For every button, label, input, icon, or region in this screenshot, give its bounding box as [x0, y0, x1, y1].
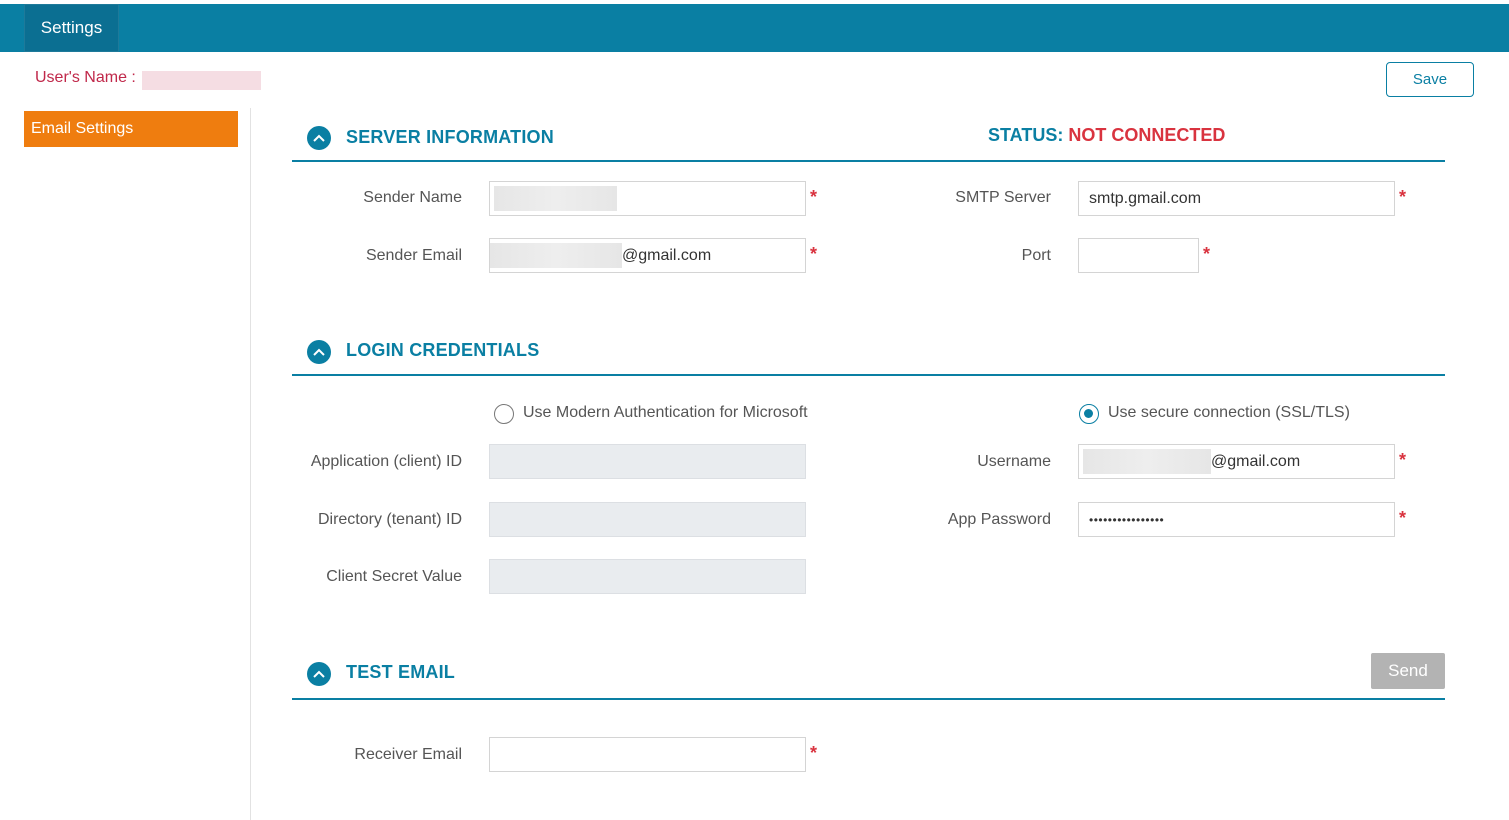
- required-mark: *: [810, 187, 818, 207]
- required-mark: *: [1399, 508, 1407, 528]
- required-mark: *: [810, 743, 818, 763]
- modern-auth-label: Use Modern Authentication for Microsoft: [523, 404, 808, 421]
- directory-tenant-id-label: Directory (tenant) ID: [317, 511, 462, 528]
- collapse-login-icon[interactable]: [307, 340, 331, 364]
- required-mark: *: [810, 244, 818, 264]
- receiver-email-label: Receiver Email: [354, 746, 462, 763]
- app-client-id-input[interactable]: [489, 444, 806, 479]
- client-secret-label: Client Secret Value: [326, 568, 462, 585]
- sidebar-item-email-settings[interactable]: Email Settings: [24, 111, 238, 147]
- login-section-divider: [292, 374, 1445, 376]
- app-client-id-label: Application (client) ID: [310, 453, 462, 470]
- tab-settings[interactable]: Settings: [24, 4, 119, 52]
- smtp-server-label: SMTP Server: [955, 189, 1051, 206]
- username-label: Username: [977, 453, 1051, 470]
- username-redacted: [1083, 449, 1211, 474]
- username-input[interactable]: @gmail.com: [1078, 444, 1395, 479]
- app-password-input[interactable]: ••••••••••••••••: [1078, 502, 1395, 537]
- server-information-title: SERVER INFORMATION: [346, 127, 554, 147]
- sender-name-input[interactable]: [489, 181, 806, 216]
- receiver-email-input[interactable]: [489, 737, 806, 772]
- user-name-label: User's Name :: [35, 69, 136, 86]
- collapse-server-icon[interactable]: [307, 126, 331, 150]
- status-value: NOT CONNECTED: [1068, 125, 1226, 145]
- directory-tenant-id-input[interactable]: [489, 502, 806, 537]
- port-input[interactable]: [1078, 238, 1199, 273]
- login-credentials-title: LOGIN CREDENTIALS: [346, 340, 540, 360]
- connection-status: STATUS: NOT CONNECTED: [988, 125, 1225, 146]
- user-name-value-redacted: [142, 71, 261, 90]
- required-mark: *: [1203, 244, 1211, 264]
- server-section-divider: [292, 160, 1445, 162]
- username-suffix: @gmail.com: [1211, 452, 1301, 470]
- top-navbar: Settings: [0, 4, 1509, 52]
- test-email-title: TEST EMAIL: [346, 662, 455, 682]
- secure-connection-radio[interactable]: [1079, 404, 1099, 424]
- smtp-server-input[interactable]: smtp.gmail.com: [1078, 181, 1395, 216]
- sender-name-redacted: [494, 186, 617, 211]
- sender-email-redacted: [490, 243, 622, 268]
- collapse-test-icon[interactable]: [307, 662, 331, 686]
- client-secret-input[interactable]: [489, 559, 806, 594]
- sender-email-input[interactable]: @gmail.com: [489, 238, 806, 273]
- sender-name-label: Sender Name: [363, 189, 462, 206]
- secure-connection-label: Use secure connection (SSL/TLS): [1108, 404, 1350, 421]
- send-button[interactable]: Send: [1371, 653, 1445, 689]
- status-key: STATUS:: [988, 125, 1064, 145]
- sender-email-suffix: @gmail.com: [622, 246, 712, 264]
- required-mark: *: [1399, 187, 1407, 207]
- sender-email-label: Sender Email: [365, 247, 462, 264]
- required-mark: *: [1399, 450, 1407, 470]
- save-button[interactable]: Save: [1386, 62, 1474, 97]
- port-label: Port: [1021, 247, 1051, 264]
- app-password-label: App Password: [947, 511, 1051, 528]
- modern-auth-radio[interactable]: [494, 404, 514, 424]
- sidebar-divider: [250, 108, 251, 820]
- test-section-divider: [292, 698, 1445, 700]
